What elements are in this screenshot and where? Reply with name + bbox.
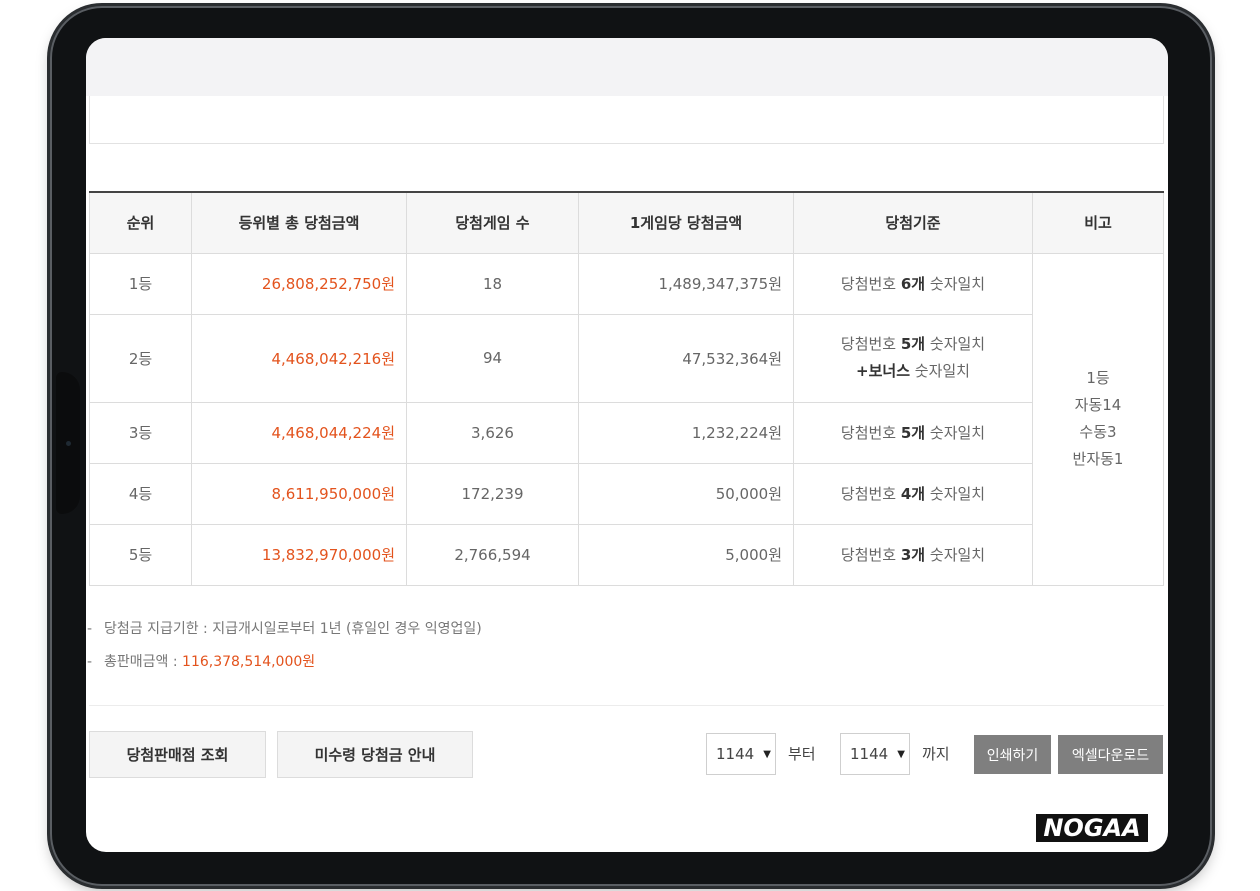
criteria-suffix: 숫자일치 — [925, 546, 986, 564]
section-divider — [89, 705, 1164, 706]
criteria-suffix: 숫자일치 — [925, 335, 986, 353]
per-game-cell: 1,232,224원 — [578, 401, 794, 464]
bonus-label: +보너스 — [856, 362, 910, 380]
games-cell: 2,766,594 — [406, 523, 579, 586]
table-row: 4등 8,611,950,000원 172,239 50,000원 당첨번호 4… — [89, 462, 1164, 525]
criteria-prefix: 당첨번호 — [840, 424, 901, 442]
rank-cell: 3등 — [89, 401, 192, 464]
rank-cell: 1등 — [89, 252, 192, 315]
total-amount-cell: 8,611,950,000원 — [191, 462, 407, 525]
sales-label: 총판매금액 : — [104, 654, 183, 670]
criteria-cell: 당첨번호 3개 숫자일치 — [793, 523, 1033, 586]
bullet-dash: - — [87, 654, 93, 670]
per-game-cell: 47,532,364원 — [578, 313, 794, 403]
games-cell: 172,239 — [406, 462, 579, 525]
rank-cell: 5등 — [89, 523, 192, 586]
table-row: 5등 13,832,970,000원 2,766,594 5,000원 당첨번호… — [89, 523, 1164, 586]
criteria-cell: 당첨번호 6개 숫자일치 — [793, 252, 1033, 315]
bonus-suffix: 숫자일치 — [910, 362, 970, 380]
header-note: 비고 — [1032, 191, 1164, 254]
table-row: 3등 4,468,044,224원 3,626 1,232,224원 당첨번호 … — [89, 401, 1164, 464]
top-band — [86, 38, 1168, 96]
from-round-value: 1144 — [716, 745, 755, 763]
excel-download-button[interactable]: 엑셀다운로드 — [1058, 735, 1163, 774]
prize-results-table: 순위 등위별 총 당첨금액 당첨게임 수 1게임당 당첨금액 당첨기준 비고 1… — [89, 191, 1164, 586]
games-cell: 94 — [406, 313, 579, 403]
criteria-count: 4개 — [900, 485, 926, 503]
note-line: 반자동1 — [1072, 450, 1124, 468]
to-label: 까지 — [922, 745, 950, 763]
watermark-logo: NOGAA — [1036, 814, 1148, 842]
per-game-cell: 1,489,347,375원 — [578, 252, 794, 315]
header-rank: 순위 — [89, 191, 192, 254]
total-amount-cell: 4,468,044,224원 — [191, 401, 407, 464]
rank-cell: 2등 — [89, 313, 192, 403]
header-winning-games: 당첨게임 수 — [406, 191, 579, 254]
criteria-cell: 당첨번호 5개 숫자일치 +보너스 숫자일치 — [793, 313, 1033, 403]
store-lookup-button[interactable]: 당첨판매점 조회 — [89, 731, 266, 778]
games-cell: 18 — [406, 252, 579, 315]
total-amount-cell: 26,808,252,750원 — [191, 252, 407, 315]
criteria-prefix: 당첨번호 — [840, 485, 901, 503]
from-round-select[interactable]: 1144 ▼ — [706, 733, 776, 775]
criteria-prefix: 당첨번호 — [840, 546, 901, 564]
header-total-amount: 등위별 총 당첨금액 — [191, 191, 407, 254]
criteria-suffix: 숫자일치 — [925, 275, 986, 293]
per-game-cell: 5,000원 — [578, 523, 794, 586]
criteria-suffix: 숫자일치 — [925, 485, 986, 503]
tablet-screen: 순위 등위별 총 당첨금액 당첨게임 수 1게임당 당첨금액 당첨기준 비고 1… — [86, 38, 1168, 852]
note-line: 수동3 — [1079, 423, 1117, 441]
to-round-select[interactable]: 1144 ▼ — [840, 733, 910, 775]
criteria-count: 3개 — [900, 546, 926, 564]
sales-value: 116,378,514,000원 — [182, 654, 316, 670]
note-line: 1등 — [1086, 369, 1110, 387]
criteria-count: 5개 — [900, 335, 926, 353]
criteria-prefix: 당첨번호 — [840, 275, 901, 293]
games-cell: 3,626 — [406, 401, 579, 464]
criteria-cell: 당첨번호 5개 숫자일치 — [793, 401, 1033, 464]
rank-cell: 4등 — [89, 462, 192, 525]
header-criteria: 당첨기준 — [793, 191, 1033, 254]
criteria-count: 5개 — [900, 424, 926, 442]
total-amount-cell: 13,832,970,000원 — [191, 523, 407, 586]
table-row: 2등 4,468,042,216원 94 47,532,364원 당첨번호 5개… — [89, 313, 1164, 403]
criteria-bonus-line: +보너스 숫자일치 — [794, 358, 1032, 385]
tablet-camera — [66, 441, 71, 446]
notes-section: - 당첨금 지급기한 : 지급개시일로부터 1년 (휴일인 경우 익영업일) -총… — [86, 614, 482, 680]
note-deadline: - 당첨금 지급기한 : 지급개시일로부터 1년 (휴일인 경우 익영업일) — [86, 614, 482, 647]
to-round-value: 1144 — [850, 745, 889, 763]
criteria-cell: 당첨번호 4개 숫자일치 — [793, 462, 1033, 525]
criteria-prefix: 당첨번호 — [840, 335, 901, 353]
header-per-game-amount: 1게임당 당첨금액 — [578, 191, 794, 254]
chevron-down-icon: ▼ — [897, 748, 905, 760]
from-label: 부터 — [788, 745, 816, 763]
criteria-main-line: 당첨번호 5개 숫자일치 — [794, 331, 1032, 358]
note-cell: 1등 자동14 수동3 반자동1 — [1032, 252, 1164, 586]
top-empty-box — [89, 96, 1164, 144]
per-game-cell: 50,000원 — [578, 462, 794, 525]
deadline-text: 당첨금 지급기한 : 지급개시일로부터 1년 (휴일인 경우 익영업일) — [104, 621, 482, 637]
bullet-dash: - — [87, 621, 93, 637]
unclaimed-info-button[interactable]: 미수령 당첨금 안내 — [277, 731, 473, 778]
criteria-suffix: 숫자일치 — [925, 424, 986, 442]
note-total-sales: - 총판매금액 : 116,378,514,000원 — [86, 647, 482, 680]
table-header-row: 순위 등위별 총 당첨금액 당첨게임 수 1게임당 당첨금액 당첨기준 비고 — [89, 191, 1164, 254]
criteria-count: 6개 — [900, 275, 926, 293]
chevron-down-icon: ▼ — [763, 748, 771, 760]
print-button[interactable]: 인쇄하기 — [974, 735, 1051, 774]
total-amount-cell: 4,468,042,216원 — [191, 313, 407, 403]
table-row: 1등 26,808,252,750원 18 1,489,347,375원 당첨번… — [89, 252, 1164, 586]
note-line: 자동14 — [1074, 396, 1122, 414]
